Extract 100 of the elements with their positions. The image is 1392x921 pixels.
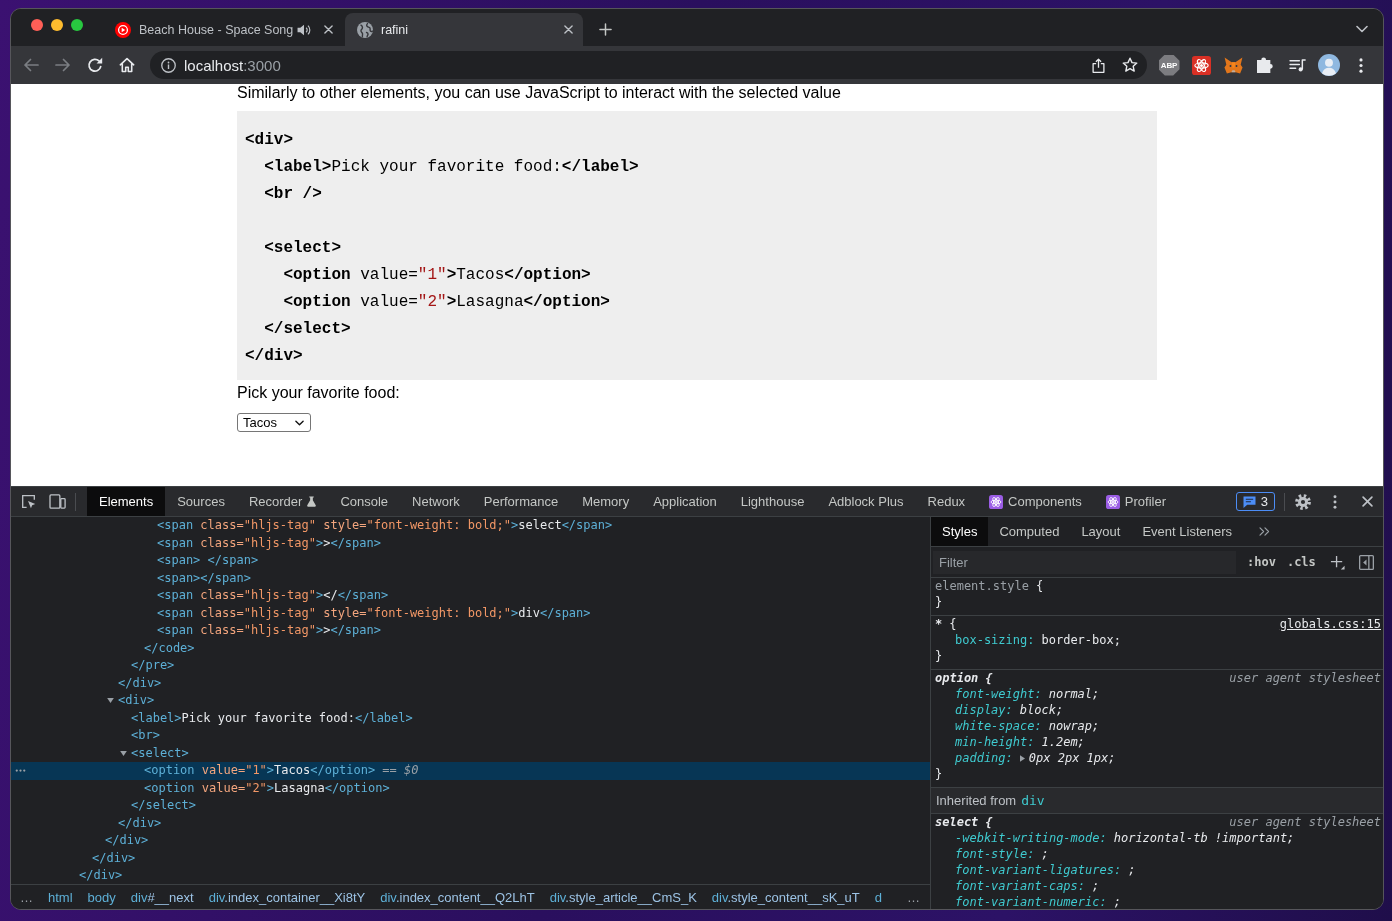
panel-tab[interactable]: Redux (915, 487, 978, 516)
scroll-left-button[interactable]: … (20, 889, 33, 905)
avatar-icon[interactable] (1318, 54, 1340, 76)
browser-tab[interactable]: rafini (345, 13, 583, 46)
dom-node[interactable]: </pre> (131, 657, 175, 675)
sidebar-tab[interactable]: Layout (1070, 517, 1132, 546)
playlist-icon[interactable] (1288, 58, 1306, 72)
close-icon[interactable] (564, 25, 573, 34)
panel-tab[interactable]: Elements (87, 487, 166, 516)
property-value[interactable]: normal; (1048, 686, 1100, 702)
breadcrumb[interactable]: div.index_container__Xi8tY (208, 889, 366, 905)
property-name[interactable]: font-variant-caps: (955, 878, 1086, 894)
panel-tab[interactable]: Recorder (236, 487, 329, 516)
breadcrumb[interactable]: body (87, 889, 116, 905)
zoom-window-button[interactable] (71, 19, 83, 31)
dom-node[interactable]: </div> (92, 849, 136, 867)
dom-node[interactable]: </div> (118, 814, 162, 832)
sidebar-toggle-icon[interactable] (1358, 554, 1374, 570)
dom-node[interactable]: <option value="2">Lasagna</option> (144, 779, 390, 797)
property-value[interactable]: border-box; (1041, 632, 1121, 648)
puzzle-icon[interactable] (1257, 57, 1273, 73)
property-name[interactable]: padding: (955, 750, 1013, 766)
dom-node[interactable]: </div> (79, 867, 123, 884)
toggle-button[interactable]: .cls (1286, 555, 1316, 569)
panel-tab[interactable]: Application (641, 487, 729, 516)
panel-tab[interactable]: Network (400, 487, 472, 516)
address-bar[interactable]: localhost:3000 (150, 51, 1147, 79)
chevron-double-right-icon[interactable] (1259, 527, 1271, 536)
home-icon[interactable] (119, 57, 135, 73)
property-name[interactable]: -webkit-writing-mode: (955, 830, 1107, 846)
property-name[interactable]: font-style: (955, 846, 1035, 862)
dom-node[interactable]: <br> (131, 727, 160, 745)
triangle-right-icon[interactable] (1019, 754, 1025, 762)
sidebar-tab[interactable]: Styles (931, 517, 989, 546)
dom-node[interactable]: <span class="hljs-tag" style="font-weight: bold;">select</span> (157, 517, 613, 535)
dom-node[interactable]: <span> </span> (157, 552, 259, 570)
property-value[interactable]: ; (1128, 862, 1136, 878)
scroll-right-button[interactable]: … (907, 889, 920, 905)
property-value[interactable]: nowrap; (1048, 718, 1100, 734)
dom-node[interactable]: </code> (144, 639, 195, 657)
property-name[interactable]: box-sizing: (955, 632, 1035, 648)
property-name[interactable]: font-variant-ligatures: (955, 862, 1122, 878)
plus-icon[interactable] (1329, 554, 1345, 570)
breadcrumb[interactable]: div.style_content__sK_uT (711, 889, 860, 905)
dom-node[interactable]: <span class="hljs-tag"></</span> (157, 587, 389, 605)
triangle-down-icon[interactable] (120, 750, 127, 756)
dom-node[interactable]: <span></span> (157, 569, 251, 587)
speaker-icon[interactable] (297, 23, 311, 36)
panel-tab[interactable]: Memory (570, 487, 642, 516)
issues-button[interactable]: 3 (1235, 492, 1275, 511)
atom-tile-icon[interactable] (1191, 55, 1211, 75)
panel-tab[interactable]: Lighthouse (728, 487, 817, 516)
breadcrumb[interactable]: d (874, 889, 882, 905)
share-icon[interactable] (1091, 57, 1105, 73)
close-icon[interactable] (1361, 496, 1373, 507)
dom-node[interactable]: <label>Pick your favorite food:</label> (131, 709, 413, 727)
dom-node[interactable]: <select> (131, 744, 189, 762)
breadcrumb[interactable]: div.index_content__Q2LhT (380, 889, 535, 905)
more-horizontal-icon[interactable] (15, 769, 26, 773)
property-value[interactable]: 0px 2px 1px; (1028, 750, 1116, 766)
more-vertical-icon[interactable] (1359, 57, 1363, 73)
dom-node[interactable]: </div> (105, 832, 149, 850)
plus-icon[interactable] (599, 22, 612, 36)
panel-tab[interactable]: Profiler (1093, 487, 1178, 516)
reload-icon[interactable] (87, 57, 103, 73)
breadcrumb[interactable]: html (48, 889, 73, 905)
inspect-icon[interactable] (21, 494, 36, 509)
close-icon[interactable] (324, 25, 333, 34)
property-value[interactable]: 1.2em; (1041, 734, 1085, 750)
property-value[interactable]: ; (1041, 846, 1049, 862)
filter-field[interactable]: Filter (933, 550, 1236, 574)
close-window-button[interactable] (31, 19, 43, 31)
chevron-down-icon[interactable] (1356, 25, 1368, 33)
property-name[interactable]: min-height: (955, 734, 1035, 750)
breadcrumb[interactable]: div#__next (130, 889, 194, 905)
dom-node[interactable]: <div> (118, 692, 155, 710)
devices-icon[interactable] (49, 494, 66, 509)
dom-node[interactable]: <span class="hljs-tag">></span> (157, 534, 381, 552)
panel-tab[interactable]: Components (977, 487, 1094, 516)
info-icon[interactable] (161, 57, 176, 73)
sidebar-tab[interactable]: Event Listeners (1131, 517, 1244, 546)
dom-node[interactable]: <option value="1">Tacos</option> == $0 (144, 762, 419, 780)
fox-icon[interactable] (1223, 56, 1243, 74)
property-value[interactable]: horizontal-tb !important; (1113, 830, 1295, 846)
panel-tab[interactable]: Performance (471, 487, 571, 516)
property-name[interactable]: font-weight: (955, 686, 1042, 702)
property-value[interactable]: ; (1113, 894, 1121, 909)
dom-node[interactable]: <span class="hljs-tag" style="font-weight: bold;">div</span> (157, 604, 591, 622)
panel-tab[interactable]: Sources (165, 487, 237, 516)
minimize-window-button[interactable] (51, 19, 63, 31)
property-name[interactable]: white-space: (955, 718, 1042, 734)
property-value[interactable]: ; (1092, 878, 1100, 894)
more-vertical-icon[interactable] (1333, 494, 1337, 509)
dom-node[interactable]: <span class="hljs-tag">></span> (157, 622, 381, 640)
source-link[interactable]: globals.css:15 (1279, 616, 1381, 632)
panel-tab[interactable]: Adblock Plus (816, 487, 916, 516)
star-icon[interactable] (1122, 57, 1138, 73)
dom-node[interactable]: </select> (131, 797, 197, 815)
food-select[interactable]: Tacos (237, 413, 311, 432)
settings-icon[interactable] (1295, 493, 1311, 510)
